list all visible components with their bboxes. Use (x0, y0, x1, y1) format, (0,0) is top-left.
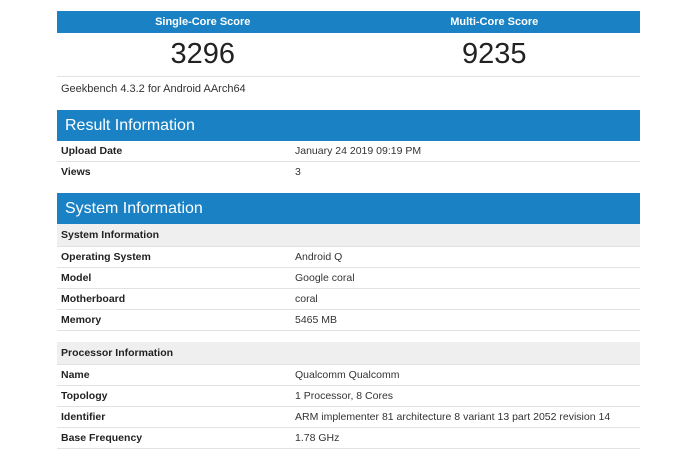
multi-core-label: Multi-Core Score (450, 16, 539, 28)
system-information-title: System Information (57, 193, 640, 224)
single-core-label: Single-Core Score (155, 16, 251, 28)
row-key: Motherboard (61, 293, 126, 305)
benchmark-result: Single-Core Score Multi-Core Score 3296 … (57, 11, 640, 449)
table-row: Views 3 (57, 162, 640, 182)
row-key: Identifier (61, 411, 106, 423)
row-key: Topology (61, 390, 108, 402)
table-row: Name Qualcomm Qualcomm (57, 365, 640, 386)
processor-information-subheader: Processor Information (57, 342, 640, 365)
system-information-subheader: System Information (57, 224, 640, 247)
row-value: coral (295, 293, 318, 305)
row-value: 1 Processor, 8 Cores (295, 390, 394, 402)
row-key: Memory (61, 314, 102, 326)
row-key: Upload Date (61, 145, 123, 157)
table-row: Topology 1 Processor, 8 Cores (57, 386, 640, 407)
geekbench-version: Geekbench 4.3.2 for Android AArch64 (61, 83, 246, 95)
row-value: ARM implementer 81 architecture 8 varian… (295, 411, 611, 423)
table-row: Motherboard coral (57, 289, 640, 310)
processor-information-table: Name Qualcomm Qualcomm Topology 1 Proces… (57, 365, 640, 449)
table-row: Identifier ARM implementer 81 architectu… (57, 407, 640, 428)
row-key: Operating System (61, 251, 151, 263)
row-key: Views (61, 166, 91, 178)
row-value: 3 (295, 166, 301, 178)
row-key: Name (61, 369, 90, 381)
row-value: Android Q (295, 251, 343, 263)
row-value: January 24 2019 09:19 PM (295, 145, 422, 157)
table-row: Model Google coral (57, 268, 640, 289)
row-key: Model (61, 272, 92, 284)
result-information-table: Upload Date January 24 2019 09:19 PM Vie… (57, 141, 640, 182)
row-value: 1.78 GHz (295, 432, 340, 444)
system-information-table: Operating System Android Q Model Google … (57, 247, 640, 331)
row-value: 5465 MB (295, 314, 338, 326)
single-core-score: 3296 (170, 38, 235, 70)
score-values: 3296 9235 (57, 33, 640, 77)
multi-core-score: 9235 (461, 38, 527, 70)
table-row: Base Frequency 1.78 GHz (57, 428, 640, 449)
result-information-title: Result Information (57, 110, 640, 141)
table-row: Operating System Android Q (57, 247, 640, 268)
row-value: Qualcomm Qualcomm (295, 369, 400, 381)
table-row: Upload Date January 24 2019 09:19 PM (57, 141, 640, 162)
table-row: Memory 5465 MB (57, 310, 640, 331)
row-value: Google coral (295, 272, 355, 284)
score-header: Single-Core Score Multi-Core Score (57, 11, 640, 33)
row-key: Base Frequency (61, 432, 143, 444)
